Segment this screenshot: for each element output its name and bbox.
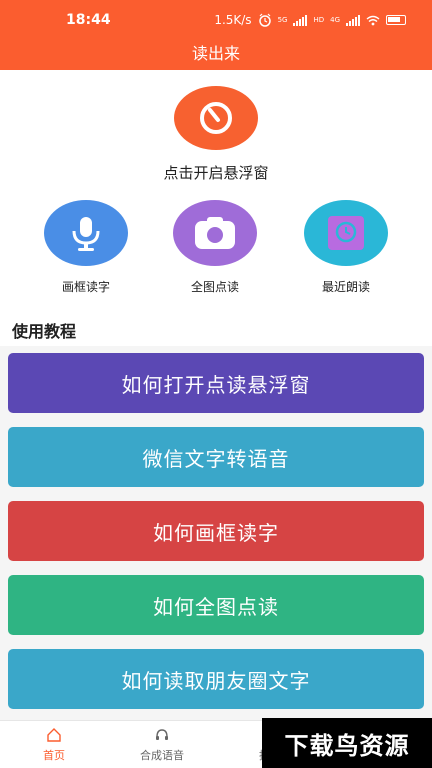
signal-type-label: 5G [277, 15, 288, 24]
main-panel: 点击开启悬浮窗 画框读字 全图点读 最近朗读 使用教程 [0, 70, 432, 346]
feature-label: 画框读字 [61, 280, 110, 294]
tab-label: 合成语音 [140, 748, 184, 762]
status-indicators: 1.5K/s 5G HD 4G [214, 13, 406, 27]
alarm-icon [258, 13, 271, 27]
signal-icon-2 [346, 14, 360, 26]
floating-window-label: 点击开启悬浮窗 [163, 164, 269, 182]
headset-icon [156, 728, 168, 740]
home-icon [47, 727, 61, 742]
feature-icon-bg [44, 200, 128, 266]
floating-window-button[interactable] [174, 86, 258, 150]
page-title: 读出来 [191, 44, 240, 63]
feature-frame-read[interactable]: 画框读字 [43, 200, 129, 295]
feature-label: 全图点读 [190, 280, 239, 294]
status-bar: 18:44 1.5K/s 5G HD 4G [0, 0, 432, 40]
camera-icon [195, 217, 235, 249]
watermark-logo: 下载鸟资源 [262, 718, 432, 768]
tutorial-button[interactable]: 微信文字转语音 [8, 427, 424, 487]
feature-icon-bg [173, 200, 257, 266]
tab-label: 首页 [43, 748, 65, 762]
wifi-icon [366, 15, 380, 25]
clock-icon [328, 216, 364, 250]
microphone-icon [72, 217, 100, 251]
app-header: 18:44 1.5K/s 5G HD 4G 读出来 [0, 0, 432, 70]
tutorial-button[interactable]: 如何画框读字 [8, 501, 424, 561]
watermark-text: 下载鸟资源 [284, 731, 410, 760]
feature-full-read[interactable]: 全图点读 [172, 200, 258, 295]
feature-label: 最近朗读 [321, 280, 370, 294]
network-speed: 1.5K/s [214, 13, 252, 27]
tutorial-section-title: 使用教程 [12, 322, 77, 341]
feature-recent-read[interactable]: 最近朗读 [303, 200, 389, 295]
status-time: 18:44 [66, 12, 111, 28]
feature-icon-bg [304, 200, 388, 266]
power-icon [200, 102, 232, 134]
tab-synthesize[interactable]: 合成语音 [108, 721, 216, 768]
battery-icon [386, 15, 406, 25]
hd-label: HD [313, 15, 325, 24]
tutorial-button[interactable]: 如何读取朋友圈文字 [8, 649, 424, 709]
tutorial-button[interactable]: 如何打开点读悬浮窗 [8, 353, 424, 413]
signal-type-label-2: 4G [330, 15, 340, 24]
tutorial-button[interactable]: 如何全图点读 [8, 575, 424, 635]
tab-home[interactable]: 首页 [0, 721, 108, 768]
signal-icon [293, 14, 308, 26]
